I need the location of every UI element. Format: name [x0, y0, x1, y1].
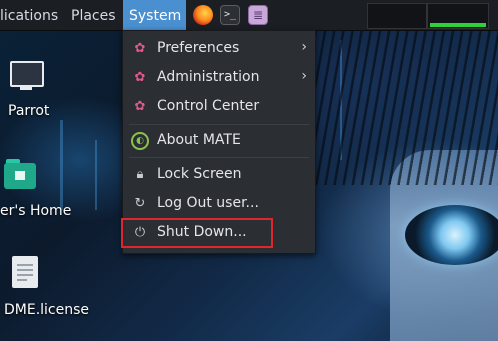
- wallpaper-light-streak: [95, 140, 97, 210]
- lock-icon: 🔒︎: [136, 167, 144, 182]
- terminal-icon[interactable]: >_: [220, 5, 240, 25]
- document-line: [17, 279, 27, 281]
- menu-item-log-out[interactable]: ↻ Log Out user...: [123, 191, 315, 217]
- menu-item-control-center[interactable]: ✿ Control Center: [123, 94, 315, 120]
- text-editor-icon[interactable]: ≣: [248, 5, 268, 25]
- menu-item-label: Lock Screen: [157, 166, 242, 182]
- menu-item-administration[interactable]: ✿ Administration ›: [123, 65, 315, 91]
- menu-item-lock-screen[interactable]: 🔒︎ Lock Screen: [123, 162, 315, 188]
- document-line: [17, 264, 33, 266]
- computer-icon-stand: [20, 87, 32, 90]
- home-folder-icon: [4, 163, 36, 189]
- home-glyph: [15, 171, 25, 180]
- administration-gear-icon: ✿: [134, 70, 146, 85]
- places-menu[interactable]: Places: [65, 0, 122, 30]
- wallpaper-hair: [300, 25, 498, 185]
- control-center-gear-icon: ✿: [134, 99, 146, 114]
- menu-item-preferences[interactable]: ✿ Preferences ›: [123, 36, 315, 62]
- workspace-switcher-2[interactable]: [427, 3, 489, 29]
- wallpaper-eye: [405, 205, 498, 265]
- desktop-icon-parrot[interactable]: Parrot: [0, 55, 60, 125]
- document-line: [17, 269, 33, 271]
- desktop-icon-label: DME.license: [4, 302, 90, 318]
- desktop-icon-label: Parrot: [8, 103, 50, 119]
- menu-item-label: Administration: [157, 69, 260, 85]
- menu-item-about-mate[interactable]: ◐ About MATE: [123, 128, 315, 154]
- document-icon: [12, 256, 38, 288]
- applications-menu[interactable]: lications: [0, 0, 64, 30]
- menu-item-label: Preferences: [157, 40, 240, 56]
- top-panel: lications Places System >_ ≣: [0, 0, 498, 31]
- menu-item-label: Control Center: [157, 98, 260, 114]
- firefox-icon[interactable]: [193, 5, 213, 25]
- submenu-arrow-icon: ›: [301, 39, 307, 55]
- submenu-arrow-icon: ›: [301, 68, 307, 84]
- system-menu[interactable]: System: [123, 0, 186, 30]
- workspace-active-indicator: [430, 23, 486, 27]
- menu-separator: [129, 124, 309, 125]
- preferences-gear-icon: ✿: [134, 41, 146, 56]
- menu-separator: [129, 157, 309, 158]
- computer-icon: [10, 61, 44, 87]
- mate-logo-icon: ◐: [131, 132, 149, 150]
- document-line: [17, 274, 33, 276]
- desktop-icon-license[interactable]: DME.license: [0, 252, 90, 322]
- desktop-icon-label: er's Home: [0, 203, 72, 219]
- workspace-switcher-1[interactable]: [367, 3, 427, 29]
- menu-item-label: Log Out user...: [157, 195, 259, 211]
- desktop-icon-home[interactable]: er's Home: [0, 155, 80, 225]
- logout-icon: ↻: [134, 196, 146, 211]
- shut-down-highlight-box: [121, 218, 273, 248]
- menu-item-label: About MATE: [157, 132, 241, 148]
